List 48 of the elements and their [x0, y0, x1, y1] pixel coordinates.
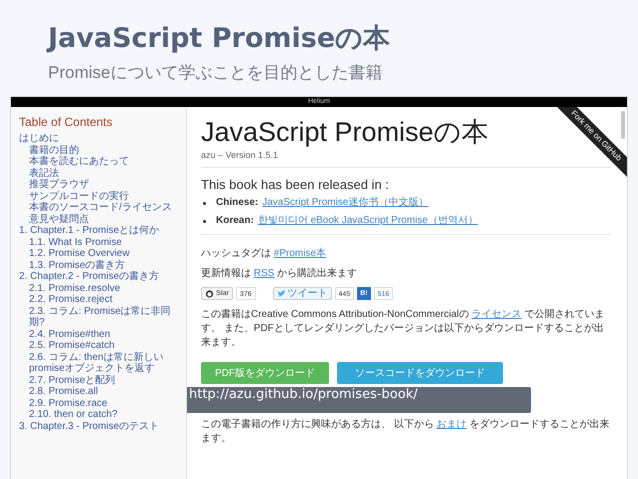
toc-item[interactable]: 1.2. Promise Overview [29, 248, 130, 260]
link[interactable]: JavaScript Promise迷你书（中文版） [262, 196, 428, 210]
released-heading: This book has been released in : [201, 176, 389, 194]
toc-item[interactable]: 本書を読むにあたって [29, 156, 129, 168]
toc-item[interactable]: 2.2. Promise.reject [29, 294, 112, 306]
toc-item[interactable]: 3. Chapter.3 - Promiseのテスト [19, 420, 160, 432]
tweet-button[interactable]: ツイート [272, 287, 332, 300]
language-label: Korean: [216, 214, 254, 228]
rss-text: 更新情報は RSS から購読出来ます [201, 267, 358, 281]
toc-item[interactable]: 2.6. コラム: thenは常に新しいpromiseオブジェクトを返す [29, 352, 182, 374]
toc-item[interactable]: 表記法 [29, 168, 59, 179]
toc-item[interactable]: 1.1. What Is Promise [29, 236, 122, 248]
link[interactable]: #Promise本 [274, 248, 326, 259]
slide-subtitle: Promiseについて学ぶことを目的とした書籍 [48, 62, 382, 84]
toc-item[interactable]: 2. Chapter.2 - Promiseの書き方 [19, 271, 160, 282]
toc-item[interactable]: 2.4. Promise#then [29, 328, 110, 340]
url-caption: http://azu.github.io/promises-book/ [187, 387, 531, 413]
link[interactable]: RSS [254, 268, 274, 279]
link[interactable]: おまけ [436, 419, 467, 430]
toc-item[interactable]: 書籍の目的 [29, 144, 79, 156]
extras-text: この電子書籍の作り方に興味がある方は、 以下から おまけ をダウンロードすることが出来ます。 [201, 418, 610, 446]
toc-item[interactable]: 2.9. Promise.race [29, 398, 108, 409]
slide-title: JavaScript Promiseの本 [48, 22, 390, 56]
link[interactable]: 한빛미디어 eBook JavaScript Promise（번역서） [258, 214, 478, 228]
toc-heading: Table of Contents [19, 114, 112, 131]
language-label: Chinese: [216, 196, 258, 210]
link[interactable]: ライセンス [472, 309, 522, 320]
toc-item[interactable]: 意見や疑問点 [29, 214, 89, 225]
hashtag-text: ハッシュタグは #Promise本 [201, 247, 326, 261]
toc-item[interactable]: 2.3. コラム: Promiseは常に非同期? [29, 306, 182, 328]
bullet-icon [203, 202, 206, 204]
toc-item[interactable]: 2.7. Promiseと配列 [29, 374, 116, 386]
toc-item[interactable]: 推奨ブラウザ [29, 179, 89, 190]
page-title: JavaScript Promiseの本 [201, 116, 489, 149]
toc-item[interactable]: 2.5. Promise#catch [29, 340, 115, 352]
toc-item[interactable]: 本書のソースコード/ライセンス [29, 202, 172, 214]
scrollbar[interactable] [621, 111, 625, 139]
bird-icon [276, 290, 286, 298]
toc-item[interactable]: 1. Chapter.1 - Promiseとは何か [19, 225, 160, 236]
toc-item[interactable]: サンプルコードの実行 [29, 190, 129, 202]
toc-item[interactable]: 2.10. then or catch? [29, 409, 118, 420]
toc-item[interactable]: 2.8. Promise.all [29, 386, 98, 398]
toc-item[interactable]: 2.1. Promise.resolve [29, 282, 120, 294]
byline: azu – Version 1.5.1 [201, 149, 278, 161]
bullet-icon [203, 220, 206, 222]
toc-item[interactable]: はじめに [19, 133, 59, 144]
license-text: この書籍はCreative Commons Attribution-NonCommercialの ライセンス で公開されています。 また、PDFとしてレンダリングしたバージョンは以下からダウンロードすることが出来ます。 [201, 308, 606, 350]
toc-item[interactable]: 1.3. Promiseの書き方 [29, 260, 126, 271]
